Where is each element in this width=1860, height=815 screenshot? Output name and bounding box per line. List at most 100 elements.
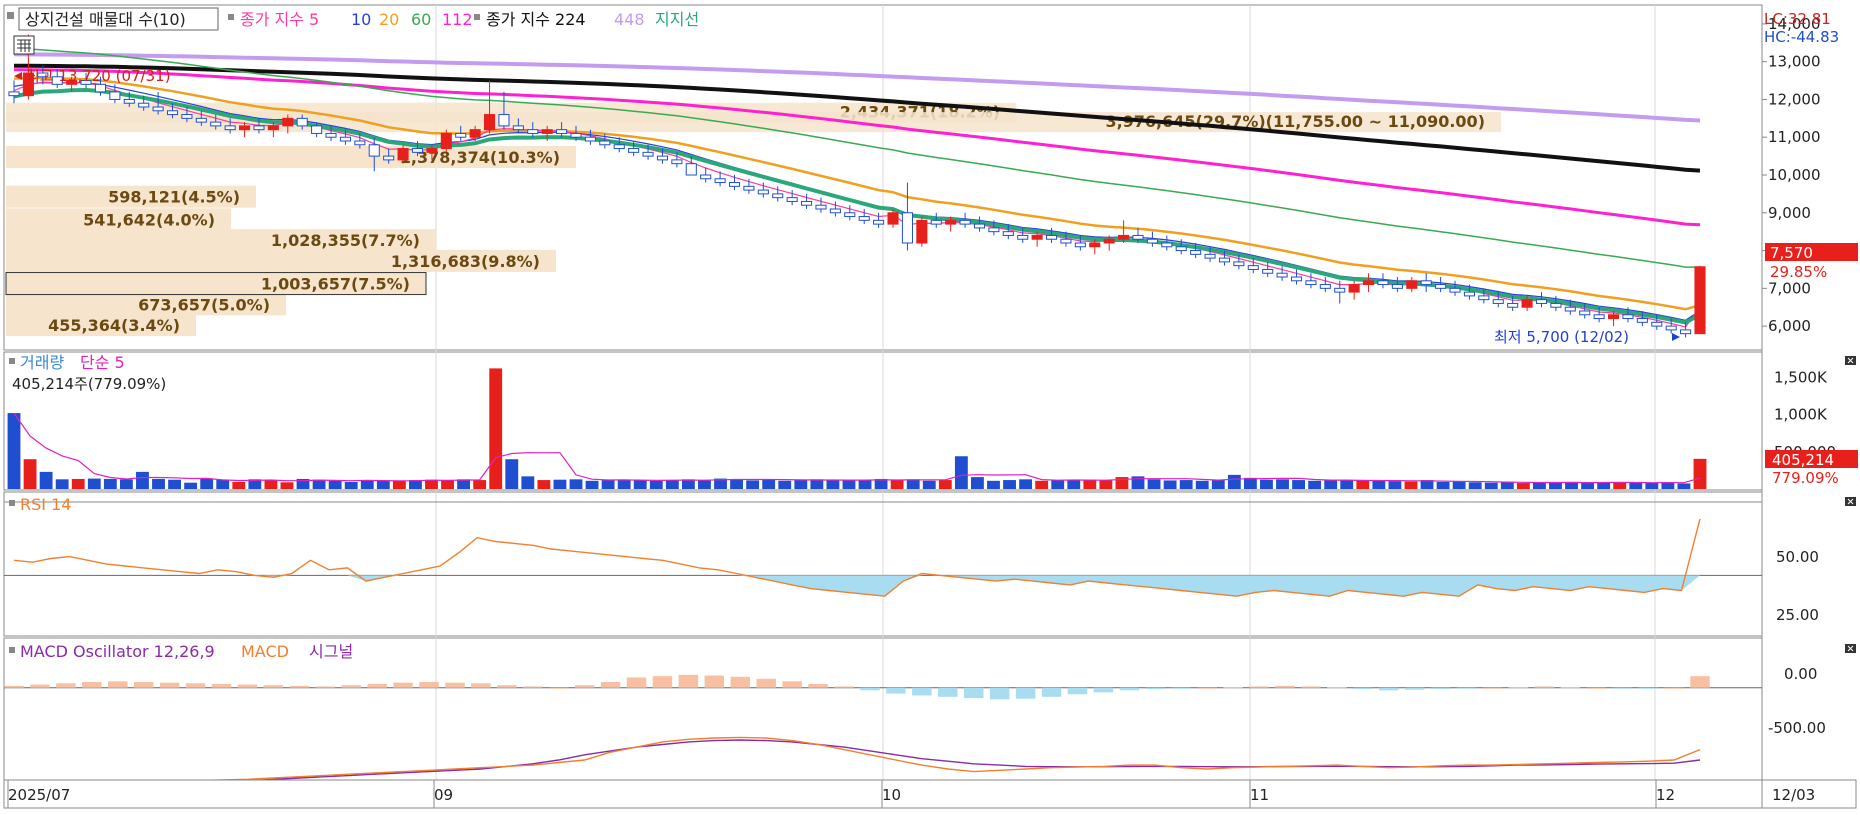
volume-bar — [200, 478, 214, 489]
rsi-panel-close-icon[interactable] — [1845, 497, 1856, 506]
macd-osc-bar — [1379, 687, 1399, 691]
volume-axis: 1,500K1,000K500,000 — [1774, 368, 1836, 460]
volume-bar — [1372, 480, 1386, 489]
volume-bar — [1468, 482, 1482, 489]
volume-bar — [521, 476, 535, 489]
profile-label: 455,364(3.4%) — [48, 316, 180, 335]
candle-body — [109, 91, 121, 100]
profile-label: 1,003,657(7.5%) — [261, 275, 410, 294]
volume-bar — [344, 481, 358, 489]
volume-bar — [906, 479, 920, 489]
volume-bar — [1324, 480, 1338, 489]
candle-body — [901, 212, 913, 244]
macd-osc-bar — [445, 682, 465, 688]
candle-body — [166, 110, 179, 116]
profile-label: 541,642(4.0%) — [83, 210, 215, 229]
candle-body — [1665, 325, 1677, 331]
macd-osc-bar — [1638, 687, 1658, 689]
chart-canvas[interactable]: 455,364(3.4%) 673,657(5.0%)1,003,657(7.5%… — [0, 0, 1860, 811]
candle-body — [873, 219, 885, 225]
candle-body — [1031, 234, 1043, 240]
candle-body — [426, 148, 438, 153]
volume-bar — [1613, 482, 1627, 489]
volume-bar — [328, 480, 342, 489]
macd-osc-bar — [1353, 687, 1373, 690]
candle-body — [1002, 231, 1014, 236]
volume-bar — [184, 482, 198, 489]
price-tick-label: 9,000 — [1768, 204, 1811, 222]
macd-osc-bar — [1275, 685, 1295, 688]
candle-body — [786, 197, 798, 202]
macd-osc-bar — [652, 676, 673, 688]
volume-bar — [119, 479, 133, 489]
macd-osc-bar — [1067, 687, 1088, 695]
volume-bar — [1500, 481, 1514, 489]
candle-body — [945, 219, 957, 225]
candle-body — [1334, 287, 1346, 293]
volume-bar — [1516, 483, 1530, 489]
candle-body — [584, 136, 596, 142]
candle-body — [181, 114, 193, 119]
candle-body — [656, 155, 669, 161]
volume-bar — [1484, 482, 1498, 489]
rsi-tick-25: 25.00 — [1776, 606, 1819, 624]
candle-body — [282, 117, 294, 127]
volume-bar — [826, 480, 840, 489]
volume-bar — [55, 479, 69, 489]
ma20-legend: 20 — [379, 10, 399, 29]
candle-body — [728, 182, 741, 187]
candle-body — [671, 159, 683, 165]
macd-osc-bar — [1534, 686, 1555, 688]
macd-osc-bar — [211, 683, 232, 688]
ma448-legend: 448 — [614, 10, 645, 29]
volume-bar — [1067, 479, 1081, 489]
candle-body — [512, 125, 524, 131]
volume-bar — [1083, 480, 1097, 489]
candle-body — [253, 125, 265, 131]
last-price-value: 7,570 — [1770, 244, 1813, 262]
profile-label: 1,028,355(7.7%) — [271, 231, 420, 250]
volume-bar — [633, 480, 647, 489]
volume-bar — [1019, 479, 1033, 489]
candle-body — [556, 129, 568, 134]
macd-osc-bar — [133, 681, 154, 688]
candle-body — [1319, 284, 1331, 289]
ma60-legend: 60 — [411, 10, 431, 29]
volume-bar — [1356, 480, 1370, 489]
macd-osc-bar — [1171, 687, 1191, 689]
calculator-icon[interactable] — [13, 35, 35, 55]
macd-osc-bar — [574, 685, 595, 688]
candle-body — [1377, 280, 1389, 286]
macd-osc-bar — [1145, 687, 1166, 690]
high-label: 최고 13,720 (07/31) — [26, 67, 171, 85]
volume-panel-close-icon[interactable] — [1845, 356, 1856, 365]
candle-body — [1060, 238, 1072, 244]
candle-body — [1118, 234, 1130, 240]
macd-osc-bar — [419, 681, 439, 688]
volume-bar — [1661, 482, 1675, 489]
volume-bar — [280, 482, 294, 489]
candle-body — [1435, 284, 1447, 289]
volume-bar — [665, 480, 679, 489]
candle-body — [1449, 287, 1461, 293]
candle-body — [354, 140, 366, 146]
volume-bar — [23, 459, 37, 489]
volume-bar — [762, 479, 776, 489]
volume-bar — [1035, 480, 1049, 489]
volume-legend-label: 거래량 — [20, 353, 64, 372]
macd-osc-bar — [289, 685, 310, 688]
candle-body — [959, 219, 971, 225]
ma-legend-prefix: 종가 지수 5 — [240, 10, 319, 29]
macd-osc-bar — [159, 682, 180, 688]
volume-bar — [216, 479, 230, 489]
candle-body — [1103, 238, 1115, 244]
price-axis: 14,00013,00012,00011,00010,0009,0008,000… — [1762, 15, 1821, 335]
candle-body — [714, 178, 726, 184]
macd-osc-bar — [1119, 687, 1140, 691]
volume-bar — [1533, 482, 1546, 489]
volume-tick-label: 1,500K — [1774, 368, 1828, 386]
volume-bar — [746, 480, 760, 489]
macd-osc-bar — [4, 685, 24, 688]
volume-bar — [1211, 479, 1225, 489]
macd-panel-close-icon[interactable] — [1845, 644, 1856, 653]
